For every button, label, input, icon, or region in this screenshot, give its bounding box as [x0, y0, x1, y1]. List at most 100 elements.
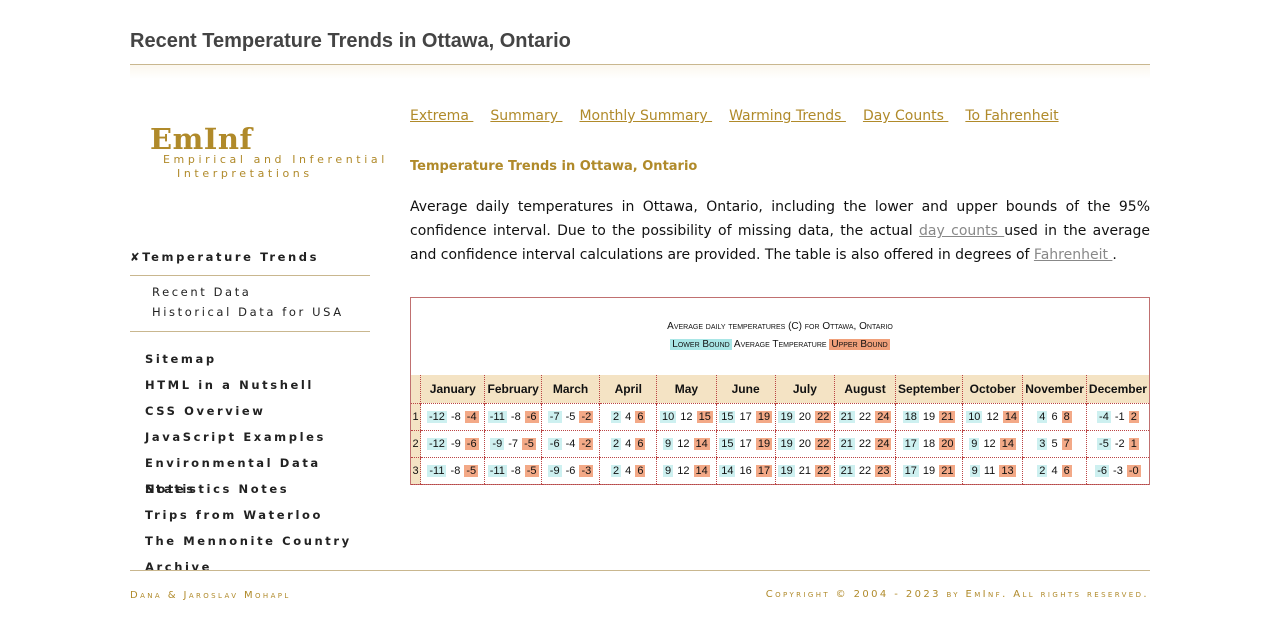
lower-bound-value: 18: [902, 410, 919, 423]
nav-link-extrema[interactable]: Extrema: [410, 108, 473, 124]
temperature-cell: 17 19 21: [895, 457, 963, 485]
temperature-cell: 19 20 22: [774, 430, 835, 458]
temperature-cell: -6 -4 -2: [540, 430, 600, 458]
sidebar-sub-item-historical-usa[interactable]: Historical Data for USA: [130, 302, 370, 322]
footer-divider: [130, 570, 1150, 571]
lower-bound-value: -11: [487, 410, 507, 423]
upper-bound-value: 14: [999, 437, 1016, 450]
upper-bound-value: -6: [524, 410, 539, 423]
upper-bound-value: 2: [1128, 410, 1139, 423]
lower-bound-value: 21: [838, 464, 855, 477]
nav-link-to-fahrenheit[interactable]: To Fahrenheit: [965, 108, 1058, 124]
average-value: 21: [798, 464, 812, 477]
month-header-april: April: [599, 375, 657, 403]
row-number-header: [411, 375, 421, 403]
average-value: 19: [922, 464, 936, 477]
temperature-cell: 14 16 17: [715, 457, 776, 485]
nav-link-summary[interactable]: Summary: [490, 108, 562, 124]
intro-paragraph: Average daily temperatures in Ottawa, On…: [410, 195, 1150, 267]
row-day-number: 3: [411, 457, 421, 485]
average-value: -3: [1113, 464, 1123, 477]
site-logo[interactable]: EmInf: [150, 122, 252, 156]
upper-bound-value: -5: [522, 437, 536, 450]
temperature-cell: -11 -8 -6: [484, 403, 542, 431]
average-value: 17: [739, 437, 752, 450]
average-value: 18: [922, 437, 936, 450]
temperature-cell: -9 -6 -3: [540, 457, 600, 485]
upper-bound-value: -2: [579, 437, 594, 450]
sidebar-sub-item-recent-data[interactable]: Recent Data: [130, 282, 370, 302]
nav-link-monthly-summary[interactable]: Monthly Summary: [579, 108, 712, 124]
sidebar-item-sitemap[interactable]: Sitemap: [130, 346, 370, 372]
lower-bound-value: -4: [1097, 410, 1111, 423]
lower-bound-value: 21: [838, 437, 855, 450]
lower-bound-value: 14: [719, 464, 736, 477]
sidebar-item-html[interactable]: HTML in a Nutshell: [130, 372, 370, 398]
lower-bound-value: -12: [426, 437, 447, 450]
temperature-cell: -12 -9 -6: [420, 430, 485, 458]
month-header-march: March: [540, 375, 600, 403]
average-value: -8: [450, 464, 461, 477]
nav-link-day-counts[interactable]: Day Counts: [863, 108, 948, 124]
upper-bound-value: 15: [696, 410, 713, 423]
temperature-cell: 18 19 21: [895, 403, 963, 431]
sidebar-item-mennonite[interactable]: The Mennonite Country: [130, 528, 370, 554]
sidebar-item-environmental[interactable]: Environmental Data Notes: [130, 450, 370, 496]
average-value: 11: [983, 464, 996, 477]
fahrenheit-link[interactable]: Fahrenheit: [1034, 247, 1112, 263]
average-value: 20: [798, 437, 812, 450]
temperature-cell: 19 21 22: [774, 457, 835, 485]
temperature-cell: 3 5 7: [1022, 430, 1087, 458]
tagline-line-2: Interpretations: [177, 167, 313, 180]
average-value: 22: [858, 437, 872, 450]
month-header-december: December: [1085, 375, 1149, 403]
upper-bound-value: 24: [875, 437, 892, 450]
sidebar-heading-temperature-trends[interactable]: ✘Temperature Trends: [130, 250, 370, 266]
lower-bound-value: -12: [426, 410, 447, 423]
upper-bound-value: 14: [693, 437, 710, 450]
temperature-cell: -6 -3 -0: [1085, 457, 1149, 485]
average-value: 22: [858, 464, 872, 477]
average-value: 4: [1051, 464, 1058, 477]
average-value: 4: [625, 410, 632, 423]
lower-bound-value: 19: [778, 410, 795, 423]
tagline-line-1: Empirical and Inferential: [163, 153, 388, 166]
upper-bound-value: 21: [939, 464, 956, 477]
sidebar-divider: [130, 331, 370, 332]
temperature-cell: -5 -2 1: [1085, 430, 1149, 458]
average-value: 12: [680, 410, 693, 423]
nav-link-warming-trends[interactable]: Warming Trends: [729, 108, 846, 124]
temperature-cell: -11 -8 -5: [484, 457, 542, 485]
temperature-cell: -12 -8 -4: [420, 403, 485, 431]
sidebar-item-css[interactable]: CSS Overview: [130, 398, 370, 424]
temperature-cell: 19 20 22: [774, 403, 835, 431]
temperature-cell: 21 22 23: [834, 457, 896, 485]
lower-bound-value: 2: [610, 464, 622, 477]
temperature-cell: 2 4 6: [599, 403, 657, 431]
row-day-number: 2: [411, 430, 421, 458]
lower-bound-value: 15: [719, 437, 736, 450]
temperature-cell: 21 22 24: [834, 403, 896, 431]
temperature-cell: 9 12 14: [962, 430, 1023, 458]
average-value: 4: [625, 437, 632, 450]
lower-bound-value: 19: [778, 437, 795, 450]
table-row: 1 -12 -8 -4 -11 -8 -6 -7 -5 -2 2 4 6 10 12 15…: [411, 403, 1149, 431]
section-title: Temperature Trends in Ottawa, Ontario: [410, 159, 698, 174]
table-caption: Average daily temperatures (C) for Ottaw…: [667, 321, 893, 332]
average-value: 12: [677, 464, 690, 477]
lower-bound-value: 21: [838, 410, 855, 423]
lower-bound-value: 10: [659, 410, 677, 423]
lower-bound-value: -5: [1097, 437, 1111, 450]
site-tagline: Empirical and Inferential Interpretation…: [163, 153, 388, 181]
month-header-july: July: [774, 375, 835, 403]
sidebar-item-javascript[interactable]: JavaScript Examples: [130, 424, 370, 450]
sidebar-item-trips[interactable]: Trips from Waterloo: [130, 502, 370, 528]
sidebar-item-archive[interactable]: Archive: [130, 554, 370, 580]
day-counts-link[interactable]: day counts: [919, 223, 1004, 239]
average-value: 5: [1051, 437, 1058, 450]
footer-copyright: Copyright © 2004 - 2023 by EmInf. All ri…: [765, 589, 1149, 600]
sidebar-item-statistics[interactable]: Statistics Notes: [130, 476, 370, 502]
upper-bound-value: 1: [1128, 437, 1139, 450]
upper-bound-value: 6: [635, 437, 646, 450]
temperature-cell: 4 6 8: [1022, 403, 1087, 431]
